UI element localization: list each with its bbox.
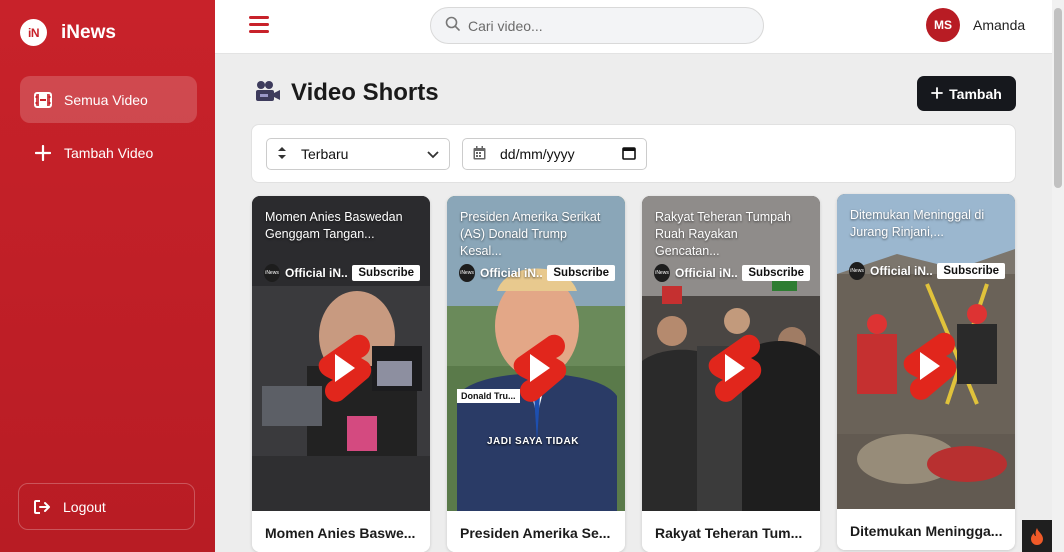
- channel-name: Official iN...: [870, 264, 933, 278]
- shorts-play-icon[interactable]: [700, 332, 762, 404]
- calendar-icon: [473, 145, 486, 163]
- sort-select[interactable]: Terbaru: [266, 138, 450, 170]
- logout-button[interactable]: Logout: [18, 483, 195, 530]
- channel-logo: iNews: [459, 264, 476, 282]
- channel-name: Official iN...: [480, 266, 543, 280]
- video-caption-bar: Momen Anies Baswe...: [252, 511, 430, 552]
- topbar: MS Amanda: [215, 0, 1052, 54]
- logout-icon: [33, 498, 51, 516]
- fire-icon[interactable]: [1022, 520, 1052, 552]
- in-video-subtitle: JADI SAYA TIDAK: [487, 436, 579, 447]
- video-caption[interactable]: Presiden Amerika Se...: [460, 525, 612, 541]
- avatar[interactable]: MS: [926, 8, 960, 42]
- add-video-button[interactable]: Tambah: [917, 76, 1016, 111]
- brand[interactable]: iN iNews: [20, 19, 116, 46]
- video-overlay-title: Rakyat Teheran Tumpah Ruah Rayakan Genca…: [655, 210, 791, 258]
- search-input[interactable]: [468, 17, 738, 34]
- video-overlay-title: Presiden Amerika Serikat (AS) Donald Tru…: [460, 210, 601, 258]
- shorts-play-icon[interactable]: [895, 330, 957, 402]
- video-thumbnail[interactable]: Rakyat Teheran Tumpah Ruah Rayakan Genca…: [642, 196, 820, 511]
- video-card[interactable]: Momen Anies Baswedan Genggam Tangan... i…: [252, 196, 430, 552]
- video-overlay-title: Ditemukan Meninggal di Jurang Rinjani,..…: [850, 208, 985, 239]
- video-card[interactable]: Presiden Amerika Serikat (AS) Donald Tru…: [447, 196, 625, 552]
- sidebar-item-label: Semua Video: [64, 91, 148, 108]
- page-scrollbar[interactable]: [1052, 0, 1064, 552]
- plus-icon: [34, 144, 52, 162]
- video-caption[interactable]: Rakyat Teheran Tum...: [655, 525, 807, 541]
- user-name[interactable]: Amanda: [973, 17, 1025, 33]
- channel-row: iNews Official iN... Subscribe: [849, 262, 1013, 280]
- sidebar-item-semua-video[interactable]: Semua Video: [20, 76, 197, 123]
- logout-label: Logout: [63, 498, 106, 515]
- channel-row: iNews Official iN... Subscribe: [654, 264, 818, 282]
- channel-logo: iNews: [849, 262, 866, 280]
- channel-name: Official iN...: [675, 266, 738, 280]
- video-overlay-title: Momen Anies Baswedan Genggam Tangan...: [265, 210, 403, 241]
- channel-row: iNews Official iN... Subscribe: [459, 264, 623, 282]
- sidebar-item-label: Tambah Video: [64, 144, 154, 161]
- search-icon: [445, 16, 460, 36]
- brand-logo: iN: [20, 19, 47, 46]
- search-bar[interactable]: [430, 7, 764, 44]
- film-icon: [34, 91, 52, 109]
- subscribe-button[interactable]: Subscribe: [547, 265, 615, 281]
- add-button-label: Tambah: [949, 85, 1002, 102]
- subscribe-button[interactable]: Subscribe: [742, 265, 810, 281]
- video-caption-bar: Rakyat Teheran Tum...: [642, 511, 820, 552]
- menu-icon[interactable]: [249, 16, 269, 34]
- date-picker-icon[interactable]: [622, 146, 636, 163]
- video-caption[interactable]: Momen Anies Baswe...: [265, 525, 417, 541]
- channel-logo: iNews: [654, 264, 671, 282]
- brand-name: iNews: [61, 21, 116, 43]
- video-caption[interactable]: Ditemukan Meningga...: [850, 523, 1002, 539]
- chevron-down-icon: [427, 146, 439, 162]
- filter-bar: Terbaru dd/mm/yyyy: [251, 124, 1016, 183]
- video-camera-icon: [255, 80, 281, 107]
- sort-icon: [277, 146, 287, 163]
- channel-logo: iNews: [264, 264, 281, 282]
- sidebar-item-tambah-video[interactable]: Tambah Video: [20, 129, 197, 176]
- subscribe-button[interactable]: Subscribe: [352, 265, 420, 281]
- sort-value: Terbaru: [301, 146, 349, 162]
- shorts-play-icon[interactable]: [310, 332, 372, 404]
- video-card[interactable]: Rakyat Teheran Tumpah Ruah Rayakan Genca…: [642, 196, 820, 552]
- video-caption-bar: Presiden Amerika Se...: [447, 511, 625, 552]
- channel-row: iNews Official iN... Subscribe: [264, 264, 428, 282]
- scrollbar-thumb[interactable]: [1054, 8, 1062, 188]
- sidebar: iN iNews Semua Video Tambah Video Logout: [0, 0, 215, 552]
- video-thumbnail[interactable]: Momen Anies Baswedan Genggam Tangan... i…: [252, 196, 430, 511]
- video-card[interactable]: Ditemukan Meninggal di Jurang Rinjani,..…: [837, 194, 1015, 550]
- page-title: Video Shorts: [255, 79, 439, 107]
- channel-name: Official iN...: [285, 266, 348, 280]
- page-heading: Video Shorts: [291, 79, 439, 106]
- video-caption-bar: Ditemukan Meningga...: [837, 509, 1015, 550]
- shorts-play-icon[interactable]: [505, 332, 567, 404]
- video-thumbnail[interactable]: Presiden Amerika Serikat (AS) Donald Tru…: [447, 196, 625, 511]
- video-thumbnail[interactable]: Ditemukan Meninggal di Jurang Rinjani,..…: [837, 194, 1015, 509]
- plus-icon: [931, 86, 944, 102]
- date-placeholder: dd/mm/yyyy: [500, 146, 575, 162]
- subscribe-button[interactable]: Subscribe: [937, 263, 1005, 279]
- date-filter[interactable]: dd/mm/yyyy: [462, 138, 647, 170]
